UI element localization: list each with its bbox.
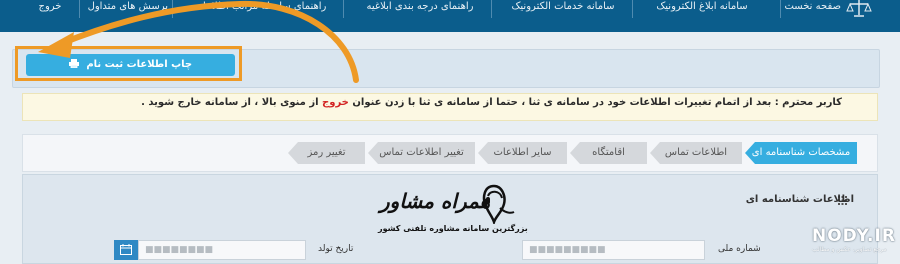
nav-item-hierarchy-guide[interactable]: راهنمای سلسله مراتب اطلاعات: [180, 0, 340, 14]
national-id-label: شماره ملی: [718, 244, 761, 254]
watermark-title: همراه مشاور: [380, 189, 491, 213]
nav-item-notice-rating-guide[interactable]: راهنمای درجه بندی ابلاغیه: [352, 0, 488, 14]
calendar-button[interactable]: [114, 240, 138, 260]
step-identity-info[interactable]: مشخصات شناسنامه ای: [745, 142, 857, 164]
site-logo-tagline: مرجع تصاویر، عکس و مطالب: [812, 246, 887, 253]
highlight-frame: [15, 46, 242, 81]
step-residence[interactable]: اقامتگاه: [570, 142, 647, 164]
panel-title: اطلاعات شناسنامه ای: [745, 194, 854, 205]
notice-text: کاربر محترم : بعد از اتمام تغییرات اطلاع…: [82, 97, 842, 109]
watermark-subtitle: بزرگترین سامانه مشاوره تلفنی کشور: [378, 224, 528, 233]
nav-item-e-services[interactable]: سامانه خدمات الکترونیک: [498, 0, 628, 14]
step-change-contact-info[interactable]: تغییر اطلاعات تماس: [368, 142, 475, 164]
calendar-icon: [120, 244, 132, 255]
top-navbar: صفحه نخست سامانه ابلاغ الکترونیک سامانه …: [0, 0, 900, 32]
nav-item-exit[interactable]: خروج: [28, 0, 72, 14]
nav-separator: [632, 0, 633, 18]
national-id-field[interactable]: ■■■■■■■■■: [522, 240, 705, 260]
nav-item-e-notice[interactable]: سامانه ابلاغ الکترونیک: [642, 0, 762, 14]
nav-separator: [780, 0, 781, 18]
nav-item-home[interactable]: صفحه نخست: [784, 0, 841, 14]
step-change-password[interactable]: تغییر رمز: [288, 142, 365, 164]
notice-exit-word: خروج: [322, 97, 349, 108]
notice-text-part: کاربر محترم : بعد از اتمام تغییرات اطلاع…: [348, 97, 842, 108]
notice-text-part: از منوی بالا ، از سامانه خارج شوید .: [141, 97, 323, 108]
scales-icon: [846, 0, 872, 17]
birth-date-label: تاریخ تولد: [318, 244, 354, 254]
birth-date-field[interactable]: ■■■■■■■■: [138, 240, 306, 260]
site-logo: NODY.IR: [812, 226, 896, 246]
exit-notice-alert: کاربر محترم : بعد از اتمام تغییرات اطلاع…: [22, 93, 878, 121]
nav-separator: [491, 0, 492, 18]
nav-item-faq[interactable]: پرسش های متداول: [88, 0, 168, 14]
step-other-info[interactable]: سایر اطلاعات: [478, 142, 567, 164]
nav-separator: [79, 0, 80, 18]
nav-separator: [343, 0, 344, 18]
step-contact-info[interactable]: اطلاعات تماس: [650, 142, 742, 164]
nav-separator: [172, 0, 173, 18]
